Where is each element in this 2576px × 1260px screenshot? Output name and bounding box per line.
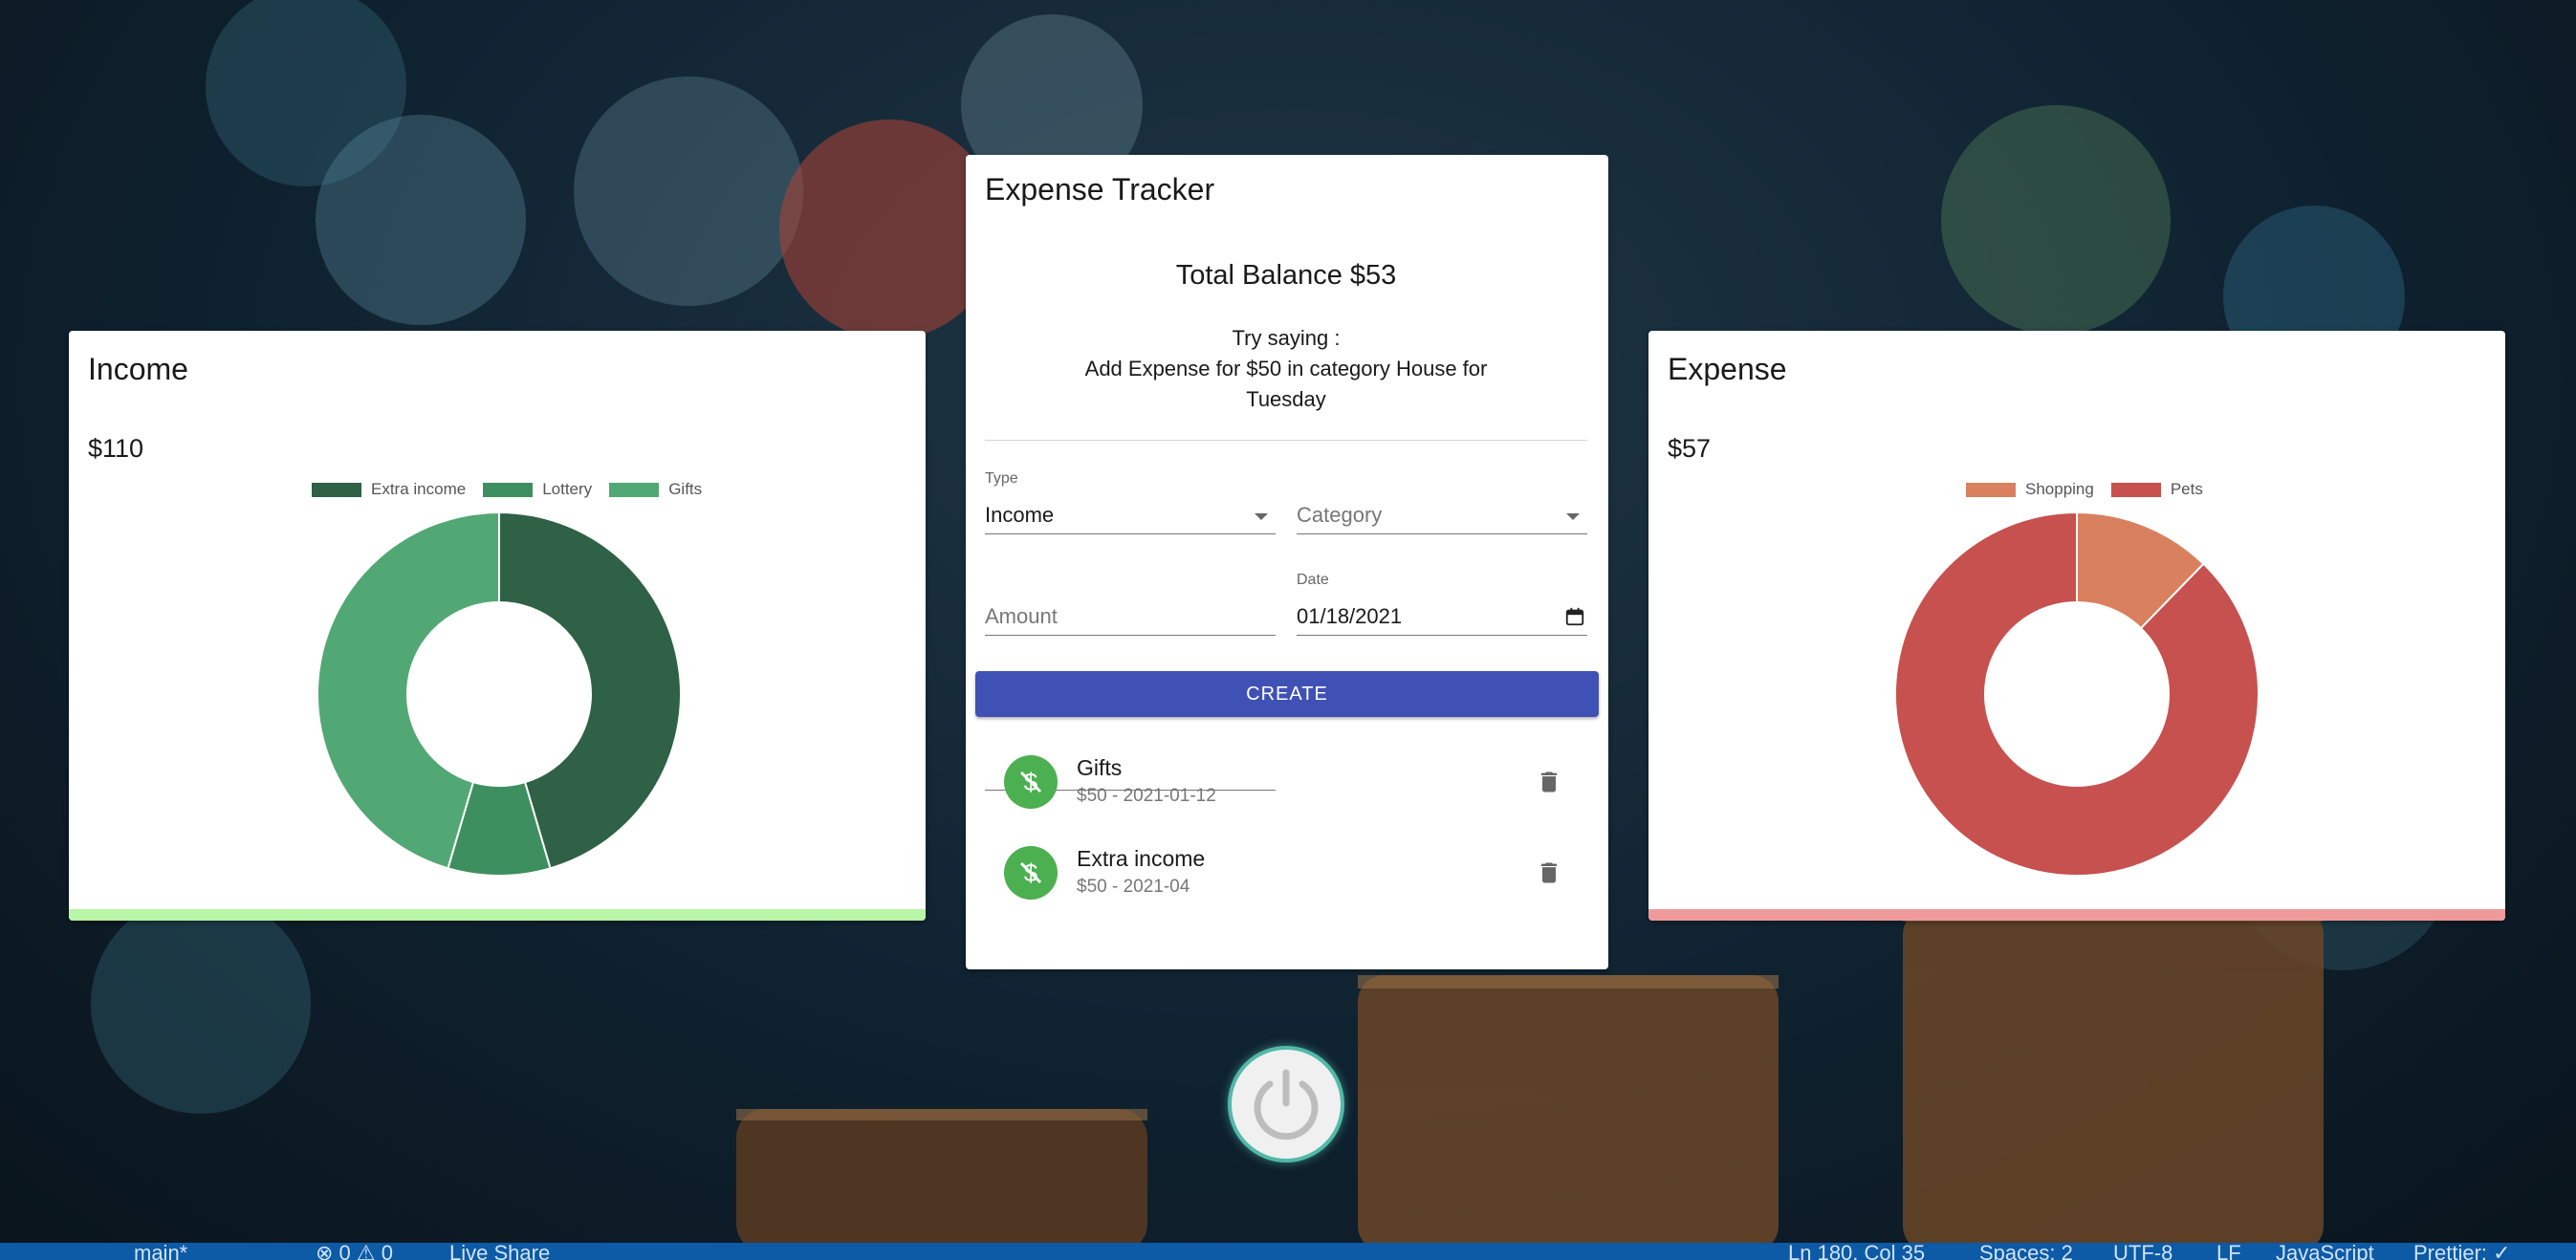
income-card: Income $110 Extra income Lottery Gifts [69,331,926,921]
hint-line-1: Try saying : [1232,326,1341,350]
legend-swatch [609,482,660,497]
income-bottom-bar [69,909,926,921]
legend-swatch [483,482,534,497]
legend-item[interactable]: Gifts [609,480,702,499]
power-icon [1254,1069,1319,1141]
status-errors[interactable]: ⊗ 0 ⚠ 0 [316,1243,393,1260]
category-placeholder: Category [1297,503,1383,527]
transaction-item[interactable]: $ Gifts $50 - 2021-01-12 [966,746,1606,822]
delete-icon[interactable] [1536,858,1562,888]
transaction-item[interactable]: $ Extra income $50 - 2021-04 [966,836,1606,913]
income-amount: $110 [88,434,144,463]
legend-label: Gifts [668,480,703,498]
date-value: 01/18/2021 [1297,604,1403,628]
legend-label: Shopping [2025,480,2094,498]
legend-item[interactable]: Pets [2110,480,2203,499]
transaction-avatar: $ [1004,846,1058,900]
date-label: Date [1297,572,1329,588]
create-button[interactable]: CREATE [975,671,1599,717]
status-encoding[interactable]: UTF-8 [2113,1243,2172,1260]
expense-amount: $57 [1668,434,1712,463]
editor-status-bar: main* ⊗ 0 ⚠ 0 Live Share Ln 180, Col 35 … [0,1243,2576,1260]
transaction-avatar: $ [1004,755,1058,809]
expense-doughnut-chart [1894,511,2259,877]
transaction-detail: $50 - 2021-01-12 [1077,786,1216,806]
hint-line-2: Add Expense for $50 in category House fo… [1084,357,1488,411]
amount-placeholder: Amount [985,604,1058,628]
divider [985,440,1587,441]
transaction-name: Extra income [1077,846,1206,871]
expense-bottom-bar [1648,909,2505,921]
category-select[interactable]: Category [1297,491,1587,534]
legend-item[interactable]: Lottery [483,480,592,499]
legend-swatch [2110,482,2161,497]
transaction-name: Gifts [1077,755,1123,780]
expense-title: Expense [1668,352,1787,386]
income-title: Income [88,352,188,386]
expense-legend: Shopping Pets [1966,480,2220,499]
legend-label: Extra income [371,480,467,498]
type-label: Type [985,470,1018,487]
legend-label: Pets [2170,480,2203,498]
status-eol[interactable]: LF [2216,1243,2241,1260]
type-value: Income [985,503,1055,527]
legend-swatch [1966,482,2016,497]
expense-card: Expense $57 Shopping Pets [1648,331,2505,921]
calendar-icon[interactable] [1564,606,1585,627]
legend-item[interactable]: Shopping [1966,480,2094,499]
legend-item[interactable]: Extra income [312,480,466,499]
status-branch[interactable]: main* [134,1243,187,1260]
status-position[interactable]: Ln 180, Col 35 [1788,1243,1925,1260]
status-prettier[interactable]: Prettier: ✓ [2413,1243,2511,1260]
dollar-off-icon: $ [1019,768,1042,796]
status-live-share[interactable]: Live Share [449,1243,550,1260]
type-select[interactable]: Type Income [985,470,1276,534]
tracker-title: Expense Tracker [985,172,1215,206]
transaction-detail: $50 - 2021-04 [1077,877,1190,897]
voice-power-button[interactable] [1228,1046,1344,1162]
amount-input[interactable]: Amount [985,593,1276,636]
status-spaces[interactable]: Spaces: 2 [1979,1243,2073,1260]
chevron-down-icon [1255,513,1268,520]
voice-hint: Try saying : Add Expense for $50 in cate… [1071,323,1501,415]
legend-label: Lottery [542,480,593,498]
legend-swatch [312,482,361,497]
delete-icon[interactable] [1536,767,1562,797]
date-input[interactable]: Date 01/18/2021 [1297,572,1587,636]
total-balance: Total Balance $53 [1175,260,1397,291]
slice-pets[interactable] [1894,511,2259,877]
chevron-down-icon [1566,513,1580,520]
income-doughnut-chart [317,511,682,877]
dollar-off-icon: $ [1019,858,1042,887]
status-language[interactable]: JavaScript [2276,1243,2374,1260]
income-legend: Extra income Lottery Gifts [312,480,719,499]
